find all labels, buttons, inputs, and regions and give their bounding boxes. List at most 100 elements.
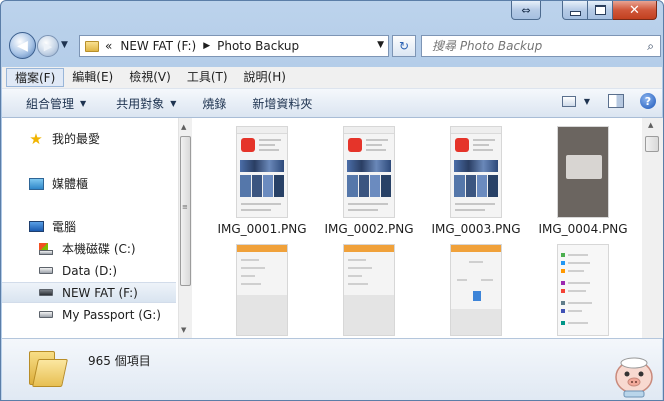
navigation-scrollbar[interactable]: ▲ ≡ ▼	[178, 118, 192, 338]
scroll-thumb[interactable]	[180, 136, 191, 286]
computer-icon	[28, 221, 44, 232]
image-thumbnail	[450, 126, 502, 218]
search-icon[interactable]: ⌕	[647, 39, 654, 54]
sidebar-item-label: 電腦	[52, 220, 77, 234]
file-item[interactable]	[210, 244, 314, 338]
sidebar-item-label: NEW FAT (F:)	[62, 285, 138, 300]
burn-label: 燒錄	[202, 96, 227, 111]
address-bar[interactable]: « NEW FAT (F:) ▶ Photo Backup ▼	[79, 35, 389, 57]
file-item[interactable]: IMG_0002.PNG	[317, 126, 421, 236]
new-folder-label: 新增資料夾	[252, 96, 313, 111]
sidebar-item-new-fat-f[interactable]: NEW FAT (F:)	[2, 282, 176, 303]
search-box: ⌕	[421, 35, 661, 57]
close-button[interactable]: ✕	[613, 1, 657, 20]
help-icon[interactable]: ?	[640, 93, 656, 109]
library-icon	[28, 177, 44, 190]
address-dropdown-icon[interactable]: ▼	[377, 40, 384, 50]
organize-button[interactable]: 組合管理 ▼	[2, 95, 96, 112]
chevron-down-icon: ▼	[80, 98, 87, 108]
usb-drive-icon	[39, 289, 53, 296]
search-input[interactable]	[430, 38, 639, 54]
sidebar-item-my-passport-g[interactable]: My Passport (G:)	[2, 304, 176, 325]
refresh-button[interactable]: ↻	[392, 35, 416, 57]
refresh-icon: ↻	[398, 39, 410, 53]
scroll-thumb[interactable]	[645, 136, 659, 152]
back-button[interactable]: ◀	[9, 32, 36, 59]
share-with-label: 共用對象	[116, 96, 165, 111]
item-count: 965 個項目	[88, 354, 151, 368]
sidebar-item-computer[interactable]: 電腦	[2, 216, 176, 237]
organize-label: 組合管理	[26, 96, 75, 111]
menu-tools[interactable]: 工具(T)	[179, 68, 236, 87]
file-item[interactable]	[531, 244, 635, 338]
breadcrumb: « NEW FAT (F:) ▶ Photo Backup	[105, 39, 299, 53]
recent-pages-button[interactable]: ▼	[61, 40, 68, 50]
image-thumbnail	[450, 244, 502, 336]
chevron-down-icon: ▼	[61, 40, 68, 50]
file-item[interactable]	[317, 244, 421, 338]
scroll-down-icon[interactable]: ▼	[181, 326, 186, 334]
scroll-up-icon[interactable]: ▲	[648, 121, 653, 129]
breadcrumb-item-folder[interactable]: Photo Backup	[217, 39, 299, 53]
image-thumbnail	[236, 244, 288, 336]
new-folder-button[interactable]: 新增資料夾	[236, 95, 322, 112]
breadcrumb-separator-icon[interactable]: ▶	[203, 41, 210, 51]
maximize-button[interactable]	[588, 1, 613, 20]
drive-icon	[39, 311, 53, 318]
image-thumbnail	[236, 126, 288, 218]
sidebar-item-favorites[interactable]: ★ 我的最愛	[2, 128, 176, 149]
file-name: IMG_0002.PNG	[324, 222, 414, 236]
star-icon: ★	[29, 129, 43, 148]
maximize-icon	[594, 5, 606, 15]
sidebar-item-libraries[interactable]: 媒體櫃	[2, 173, 176, 194]
breadcrumb-item-drive[interactable]: NEW FAT (F:)	[120, 39, 196, 53]
minimize-button[interactable]	[562, 1, 588, 20]
file-list-scrollbar[interactable]: ▲	[642, 118, 663, 338]
file-item[interactable]: IMG_0003.PNG	[424, 126, 528, 236]
close-icon: ✕	[629, 2, 640, 18]
menu-view[interactable]: 檢視(V)	[121, 68, 179, 87]
file-item[interactable]	[424, 244, 528, 338]
change-view-icon[interactable]	[561, 95, 576, 107]
file-list: IMG_0001.PNG IMG_0002.PNG IMG_0003.PNG I…	[194, 118, 642, 338]
menu-file[interactable]: 檔案(F)	[6, 68, 65, 87]
preview-pane-icon[interactable]	[608, 94, 624, 108]
image-thumbnail	[343, 126, 395, 218]
view-options-chevron-icon[interactable]: ▼	[584, 97, 590, 106]
scroll-grip-icon: ≡	[182, 203, 188, 211]
command-bar: 組合管理 ▼ 共用對象 ▼ 燒錄 新增資料夾 ▼ ?	[2, 89, 662, 118]
share-with-button[interactable]: 共用對象 ▼	[96, 95, 186, 112]
sidebar-item-label: 本機磁碟 (C:)	[62, 242, 136, 256]
minimize-icon	[569, 10, 581, 16]
sidebar-item-label: 媒體櫃	[52, 177, 89, 191]
restore-button[interactable]: ⇔	[511, 1, 541, 20]
arrow-right-icon: ▶	[43, 39, 53, 53]
image-thumbnail	[557, 126, 609, 218]
address-row: ◀ ▶ ▼ « NEW FAT (F:) ▶ Photo Backup ▼ ↻ …	[9, 31, 661, 61]
burn-button[interactable]: 燒錄	[186, 95, 236, 112]
scroll-up-icon[interactable]: ▲	[181, 123, 186, 131]
file-item[interactable]: IMG_0001.PNG	[210, 126, 314, 236]
sidebar-item-label: 我的最愛	[52, 132, 101, 146]
sidebar-item-label: Data (D:)	[62, 263, 118, 278]
forward-button[interactable]: ▶	[37, 35, 59, 57]
details-pane: 965 個項目	[2, 338, 662, 400]
menu-bar: 檔案(F) 編輯(E) 檢視(V) 工具(T) 說明(H)	[2, 67, 662, 89]
mascot-watermark-icon	[615, 357, 653, 398]
image-thumbnail	[557, 244, 609, 336]
content-area: ★ 我的最愛 媒體櫃 電腦 本機磁碟 (C:) Data (D:) NEW FA…	[2, 118, 663, 338]
breadcrumb-overflow[interactable]: «	[105, 39, 112, 53]
folder-icon	[85, 40, 99, 52]
drive-icon	[39, 267, 53, 274]
file-name: IMG_0001.PNG	[217, 222, 307, 236]
sidebar-item-local-disk-c[interactable]: 本機磁碟 (C:)	[2, 238, 176, 259]
folder-icon	[29, 351, 69, 387]
file-item[interactable]: IMG_0004.PNG	[531, 126, 635, 236]
menu-help[interactable]: 說明(H)	[236, 68, 294, 87]
chevron-down-icon: ▼	[170, 98, 177, 108]
sidebar-item-label: My Passport (G:)	[62, 307, 161, 322]
sidebar-item-data-d[interactable]: Data (D:)	[2, 260, 176, 281]
menu-edit[interactable]: 編輯(E)	[64, 68, 121, 87]
explorer-window: ⇔ ✕ ◀ ▶ ▼ « NEW FAT (F:) ▶ Photo Backup …	[0, 0, 664, 401]
file-name: IMG_0004.PNG	[538, 222, 628, 236]
